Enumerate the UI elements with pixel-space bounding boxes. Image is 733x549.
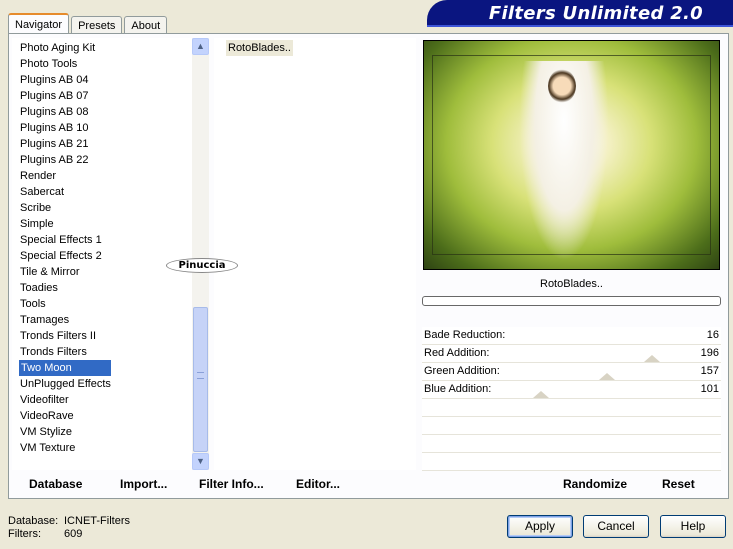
filter-preview-image [423, 40, 720, 270]
param-label: Red Addition: [424, 347, 490, 359]
category-item[interactable]: VM Stylize [19, 424, 111, 440]
tab-strip: Navigator Presets About [8, 12, 169, 34]
database-info: Database: ICNET-Filters Filters: 609 [8, 515, 130, 541]
category-item[interactable]: VM Texture [19, 440, 111, 456]
param-row-blue-addition[interactable]: Blue Addition: 101 [422, 381, 721, 399]
param-value: 16 [706, 329, 719, 341]
param-row-empty [422, 453, 721, 471]
brand-title: Filters Unlimited 2.0 [488, 3, 703, 24]
scroll-down-button[interactable]: ▼ [192, 453, 209, 470]
param-value: 101 [700, 383, 719, 395]
category-item[interactable]: VideoRave [19, 408, 111, 424]
param-row-red-addition[interactable]: Red Addition: 196 [422, 345, 721, 363]
tab-about[interactable]: About [124, 16, 168, 34]
cancel-button[interactable]: Cancel [583, 515, 649, 538]
slider-marker-icon[interactable] [533, 391, 549, 398]
category-item[interactable]: Two Moon [19, 360, 111, 376]
tab-navigator[interactable]: Navigator [8, 13, 70, 34]
category-item[interactable]: Special Effects 2 [19, 248, 111, 264]
category-item[interactable]: Plugins AB 04 [19, 72, 111, 88]
database-label: Database: [8, 515, 59, 527]
category-item[interactable]: Photo Aging Kit [19, 40, 111, 56]
param-row-green-addition[interactable]: Green Addition: 157 [422, 363, 721, 381]
slider-marker-icon[interactable] [644, 355, 660, 362]
preview-filter-name: RotoBlades.. [540, 278, 603, 290]
param-label: Bade Reduction: [424, 329, 506, 341]
category-item[interactable]: Scribe [19, 200, 111, 216]
category-item[interactable]: Plugins AB 10 [19, 120, 111, 136]
category-item[interactable]: Plugins AB 08 [19, 104, 111, 120]
category-item[interactable]: Photo Tools [19, 56, 111, 72]
category-item[interactable]: Plugins AB 22 [19, 152, 111, 168]
category-item[interactable]: Plugins AB 07 [19, 88, 111, 104]
randomize-button[interactable]: Randomize [563, 477, 627, 491]
filter-item-rotoblades[interactable]: RotoBlades.. [226, 40, 293, 56]
apply-button[interactable]: Apply [507, 515, 573, 538]
category-item[interactable]: Tronds Filters II [19, 328, 111, 344]
reset-button[interactable]: Reset [662, 477, 695, 491]
category-item[interactable]: Plugins AB 21 [19, 136, 111, 152]
grip-icon [197, 372, 204, 379]
category-item[interactable]: UnPlugged Effects [19, 376, 111, 392]
tab-presets[interactable]: Presets [71, 16, 123, 34]
category-item[interactable]: Toadies [19, 280, 111, 296]
param-label: Blue Addition: [424, 383, 492, 395]
category-item[interactable]: Simple [19, 216, 111, 232]
navigator-button-bar: Database Import... Filter Info... Editor… [12, 472, 416, 498]
param-label: Green Addition: [424, 365, 500, 377]
preview-figure-head [548, 69, 576, 103]
category-item[interactable]: Tramages [19, 312, 111, 328]
category-item[interactable]: Tile & Mirror [19, 264, 111, 280]
watermark-logo: Pinuccia [166, 258, 238, 273]
database-value: ICNET-Filters [64, 515, 130, 527]
filters-count: 609 [64, 528, 83, 540]
help-button[interactable]: Help [660, 515, 726, 538]
param-row-bade-reduction[interactable]: Bade Reduction: 16 [422, 327, 721, 345]
category-item[interactable]: Videofilter [19, 392, 111, 408]
import-button[interactable]: Import... [120, 477, 167, 491]
slider-marker-icon[interactable] [599, 373, 615, 380]
category-item[interactable]: Tronds Filters [19, 344, 111, 360]
filter-list[interactable]: RotoBlades.. [214, 38, 416, 470]
scroll-up-button[interactable]: ▲ [192, 38, 209, 55]
category-item[interactable]: Tools [19, 296, 111, 312]
category-item[interactable]: Special Effects 1 [19, 232, 111, 248]
database-button[interactable]: Database [29, 477, 82, 491]
preview-progress-bar [422, 296, 721, 306]
param-row-empty [422, 399, 721, 417]
param-row-empty [422, 417, 721, 435]
filter-info-button[interactable]: Filter Info... [199, 477, 264, 491]
category-scrollbar[interactable]: ▲ ▼ [192, 38, 209, 470]
editor-button[interactable]: Editor... [296, 477, 340, 491]
parameter-sliders: Bade Reduction: 16 Red Addition: 196 Gre… [422, 327, 721, 471]
category-item[interactable]: Sabercat [19, 184, 111, 200]
category-item[interactable]: Render [19, 168, 111, 184]
brand-banner: Filters Unlimited 2.0 [427, 0, 733, 27]
param-value: 196 [700, 347, 719, 359]
category-items: Photo Aging Kit Photo Tools Plugins AB 04 P… [19, 40, 111, 456]
category-list[interactable]: Photo Aging Kit Photo Tools Plugins AB 04 P… [12, 38, 209, 470]
filters-label: Filters: [8, 528, 41, 540]
scroll-thumb[interactable] [193, 307, 208, 452]
param-value: 157 [700, 365, 719, 377]
param-row-empty [422, 435, 721, 453]
